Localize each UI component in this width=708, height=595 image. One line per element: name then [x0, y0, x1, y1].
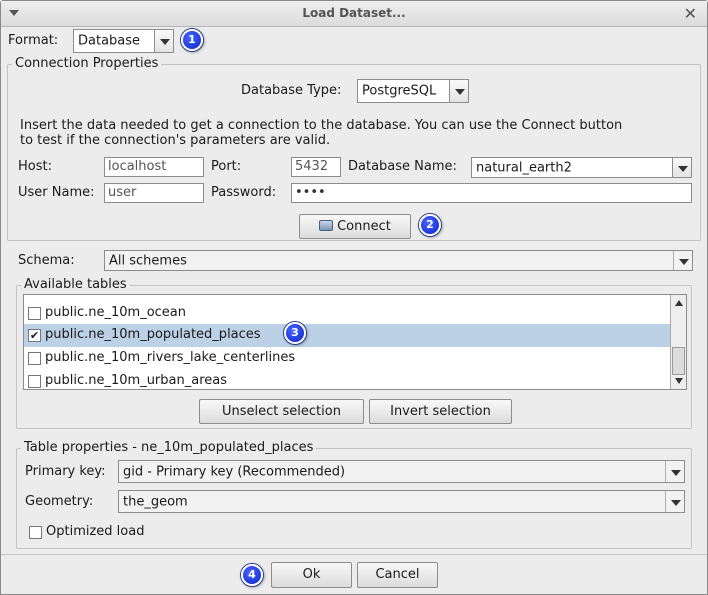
scroll-up-icon[interactable]	[675, 300, 683, 306]
chevron-down-icon[interactable]	[672, 158, 691, 177]
schema-label: Schema:	[18, 253, 75, 268]
table-row[interactable]: ✔ public.ne_10m_populated_places	[24, 324, 672, 347]
invert-selection-button[interactable]: Invert selection	[369, 399, 512, 424]
footer-divider	[1, 554, 707, 555]
table-row[interactable]: public.ne_10m_ocean	[24, 302, 672, 325]
available-tables-legend: Available tables	[21, 277, 130, 292]
password-input[interactable]: ••••	[291, 183, 692, 203]
chevron-down-icon[interactable]	[449, 80, 468, 102]
callout-badge-4: 4	[241, 564, 263, 586]
database-type-label: Database Type:	[241, 83, 342, 98]
close-icon[interactable]: ✕	[684, 4, 697, 23]
database-type-select[interactable]: PostgreSQL	[357, 79, 469, 103]
title-bar: Load Dataset... ✕	[1, 1, 707, 27]
connection-properties-legend: Connection Properties	[12, 56, 162, 71]
connect-button-label: Connect	[337, 219, 391, 234]
callout-badge-1: 1	[181, 29, 203, 51]
port-label: Port:	[211, 159, 242, 174]
primary-key-label: Primary key:	[25, 464, 106, 479]
user-name-input[interactable]: user	[104, 183, 204, 203]
unselect-selection-button[interactable]: Unselect selection	[199, 399, 364, 424]
primary-key-select[interactable]: gid - Primary key (Recommended)	[118, 460, 685, 483]
primary-key-value: gid - Primary key (Recommended)	[123, 464, 346, 479]
tables-scrollbar[interactable]	[670, 295, 686, 389]
host-label: Host:	[18, 159, 52, 174]
chevron-down-icon[interactable]	[154, 30, 173, 52]
table-checkbox[interactable]	[28, 307, 41, 320]
optimized-load-label: Optimized load	[46, 524, 145, 539]
database-name-select[interactable]: natural_earth2	[471, 157, 692, 178]
user-name-label: User Name:	[18, 185, 95, 200]
host-input[interactable]: localhost	[104, 157, 204, 177]
chevron-down-icon[interactable]	[673, 251, 692, 270]
database-name-label: Database Name:	[348, 159, 457, 174]
cancel-button[interactable]: Cancel	[357, 562, 438, 588]
schema-select-value: All schemes	[109, 253, 187, 268]
table-checkbox[interactable]	[28, 352, 41, 365]
database-connect-icon	[319, 220, 334, 231]
password-label: Password:	[211, 185, 277, 200]
connect-button[interactable]: Connect	[299, 214, 411, 239]
geometry-value: the_geom	[123, 494, 188, 509]
tables-list[interactable]: public.ne_10m_ocean ✔ public.ne_10m_popu…	[23, 294, 687, 390]
scroll-thumb[interactable]	[672, 347, 685, 375]
chevron-down-icon[interactable]	[665, 491, 684, 512]
format-select-value: Database	[78, 33, 141, 49]
callout-badge-2: 2	[419, 214, 441, 236]
database-name-value: natural_earth2	[476, 160, 572, 175]
connection-info-line-1: Insert the data needed to get a connecti…	[20, 118, 623, 133]
connection-info-line-2: to test if the connection's parameters a…	[20, 133, 331, 148]
schema-select[interactable]: All schemes	[104, 250, 693, 271]
format-label: Format:	[8, 33, 59, 48]
table-name: public.ne_10m_rivers_lake_centerlines	[45, 350, 296, 365]
geometry-label: Geometry:	[25, 494, 94, 509]
table-name: public.ne_10m_populated_places	[45, 327, 261, 342]
callout-badge-3: 3	[284, 322, 306, 344]
scroll-down-icon[interactable]	[675, 378, 683, 384]
table-row[interactable]: public.ne_10m_urban_areas	[24, 370, 672, 389]
load-dataset-dialog: Load Dataset... ✕ Format: Database 1 Con…	[0, 0, 708, 595]
ok-button[interactable]: Ok	[271, 562, 352, 588]
table-properties-legend: Table properties - ne_10m_populated_plac…	[21, 440, 317, 455]
window-title: Load Dataset...	[302, 6, 406, 20]
format-select[interactable]: Database	[73, 29, 174, 53]
table-row[interactable]: public.ne_10m_rivers_lake_centerlines	[24, 347, 672, 370]
table-checkbox[interactable]: ✔	[28, 329, 41, 342]
table-name: public.ne_10m_urban_areas	[45, 373, 227, 388]
geometry-select[interactable]: the_geom	[118, 490, 685, 513]
database-type-value: PostgreSQL	[362, 83, 437, 99]
chevron-down-icon[interactable]	[665, 461, 684, 482]
optimized-load-checkbox[interactable]	[29, 526, 42, 539]
table-checkbox[interactable]	[28, 375, 41, 388]
table-name: public.ne_10m_ocean	[45, 305, 186, 320]
port-input[interactable]: 5432	[291, 157, 341, 177]
